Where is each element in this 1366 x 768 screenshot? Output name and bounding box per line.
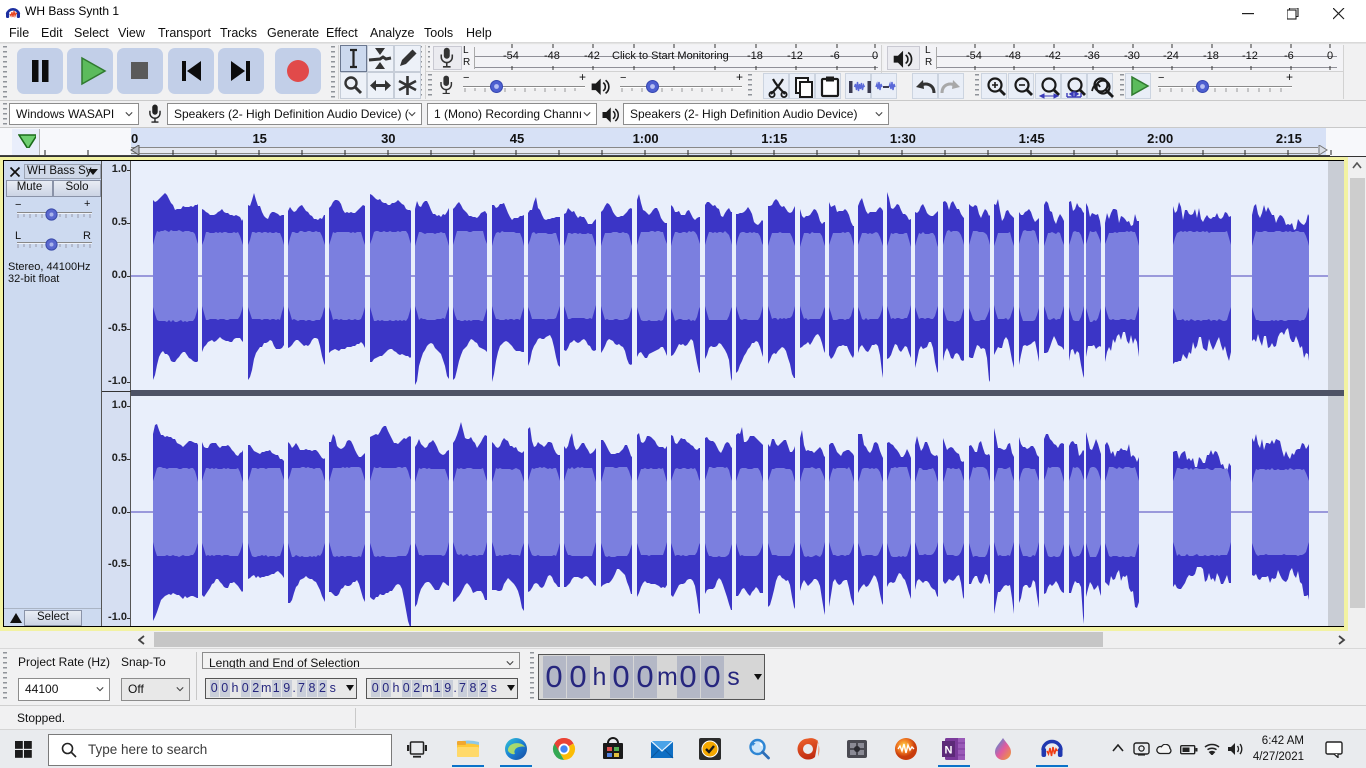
- svg-text:N: N: [945, 745, 953, 757]
